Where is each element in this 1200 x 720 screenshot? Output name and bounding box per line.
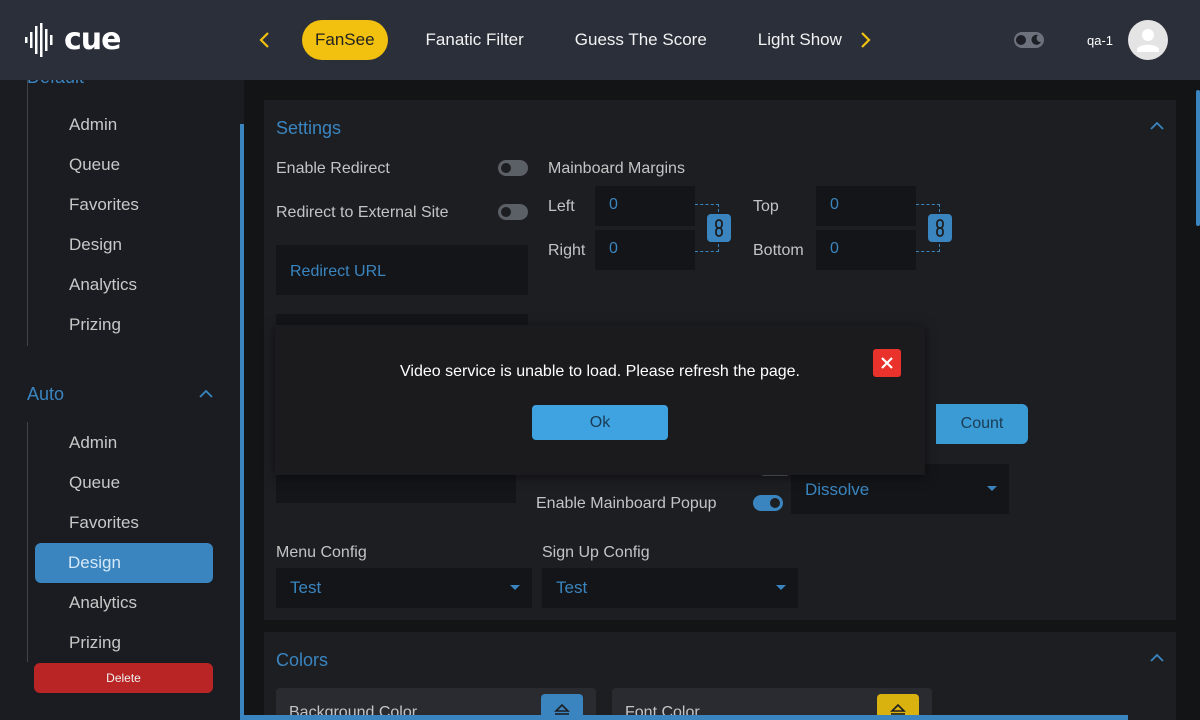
top-margin-input[interactable]: 0 (816, 186, 916, 226)
collapse-settings-chevron-up-icon[interactable] (1149, 118, 1165, 134)
bottom-margin-label: Bottom (753, 242, 804, 259)
top-bar: cue FanSee Fanatic Filter Guess The Scor… (0, 0, 1200, 80)
sidebar-item-prizing[interactable]: Prizing (36, 623, 214, 663)
menu-config-select[interactable]: Test (276, 568, 532, 608)
error-modal: Video service is unable to load. Please … (275, 325, 925, 475)
collapse-colors-chevron-up-icon[interactable] (1149, 650, 1165, 666)
modal-message: Video service is unable to load. Please … (400, 363, 800, 380)
moon-icon (1031, 34, 1041, 45)
close-icon[interactable] (873, 349, 901, 377)
enable-mainboard-popup-label: Enable Mainboard Popup (536, 495, 717, 512)
horizontal-scrollbar[interactable] (244, 715, 1128, 720)
colors-card: Colors Background Color Font Color (264, 632, 1176, 720)
sidebar-item-analytics[interactable]: Analytics (36, 265, 214, 305)
sidebar-group-default: Admin Queue Favorites Design Analytics P… (27, 80, 139, 346)
sidebar-item-admin[interactable]: Admin (36, 105, 214, 145)
ok-button[interactable]: Ok (532, 405, 668, 440)
settings-title[interactable]: Settings (276, 118, 341, 139)
signup-config-value: Test (556, 578, 588, 597)
chevron-down-icon (510, 585, 520, 590)
theme-toggle[interactable] (1014, 32, 1044, 48)
tab-fansee[interactable]: FanSee (302, 20, 388, 60)
nav-next-icon[interactable] (856, 28, 876, 52)
right-margin-input[interactable]: 0 (595, 230, 695, 270)
left-margin-label: Left (548, 198, 575, 215)
mainboard-margins-label: Mainboard Margins (548, 160, 685, 177)
user-icon (1137, 29, 1159, 52)
avatar[interactable] (1128, 20, 1168, 60)
menu-config-label: Menu Config (276, 544, 367, 561)
paint-bucket-icon (554, 703, 570, 715)
tab-fanatic-filter[interactable]: Fanatic Filter (413, 20, 537, 60)
signup-config-select[interactable]: Test (542, 568, 798, 608)
chevron-up-icon[interactable] (198, 386, 214, 402)
sidebar-item-design[interactable]: Design (36, 225, 214, 265)
nav-prev-icon[interactable] (254, 28, 274, 52)
sidebar: Default Admin Queue Favorites Design Ana… (0, 67, 244, 720)
user-name: qa-1 (1087, 33, 1114, 48)
signup-config-label: Sign Up Config (542, 544, 650, 561)
main-scrollbar[interactable] (1196, 90, 1200, 226)
sidebar-item-design-active[interactable]: Design (35, 543, 213, 583)
tab-guess-the-score[interactable]: Guess The Score (562, 20, 720, 60)
sidebar-item-analytics[interactable]: Analytics (36, 583, 214, 623)
transition-select-value: Dissolve (805, 480, 870, 499)
delete-button[interactable]: Delete (34, 663, 213, 693)
bottom-margin-input[interactable]: 0 (816, 230, 916, 270)
logo-waveform-icon (25, 22, 53, 57)
logo-text: cue (64, 22, 121, 57)
sidebar-group-auto: Admin Queue Favorites Design Analytics P… (27, 422, 213, 662)
enable-redirect-label: Enable Redirect (276, 160, 390, 177)
redirect-external-label: Redirect to External Site (276, 204, 449, 221)
link-icon[interactable] (707, 214, 731, 242)
menu-config-value: Test (290, 578, 322, 597)
chevron-down-icon (776, 585, 786, 590)
enable-redirect-toggle[interactable] (498, 160, 528, 176)
chevron-down-icon (987, 486, 997, 491)
tab-light-show[interactable]: Light Show (745, 20, 855, 60)
sidebar-item-admin[interactable]: Admin (36, 423, 214, 463)
app-tabs: FanSee Fanatic Filter Guess The Score Li… (302, 20, 880, 60)
redirect-external-toggle[interactable] (498, 204, 528, 220)
hidden-input-row[interactable] (276, 475, 516, 503)
right-margin-label: Right (548, 242, 586, 259)
sidebar-item-queue[interactable]: Queue (36, 463, 214, 503)
paint-bucket-icon (890, 703, 906, 715)
sidebar-item-prizing[interactable]: Prizing (36, 305, 214, 345)
logo[interactable]: cue (24, 22, 121, 57)
link-icon[interactable] (928, 214, 952, 242)
count-button[interactable]: Count (936, 404, 1028, 444)
sidebar-item-favorites[interactable]: Favorites (36, 185, 214, 225)
sidebar-section-auto[interactable]: Auto (27, 384, 64, 405)
sidebar-item-queue[interactable]: Queue (36, 145, 214, 185)
colors-title[interactable]: Colors (276, 650, 328, 671)
redirect-url-input[interactable]: Redirect URL (276, 245, 528, 295)
enable-mainboard-popup-toggle[interactable] (753, 495, 783, 511)
left-margin-input[interactable]: 0 (595, 186, 695, 226)
sidebar-item-favorites[interactable]: Favorites (36, 503, 214, 543)
top-margin-label: Top (753, 198, 779, 215)
